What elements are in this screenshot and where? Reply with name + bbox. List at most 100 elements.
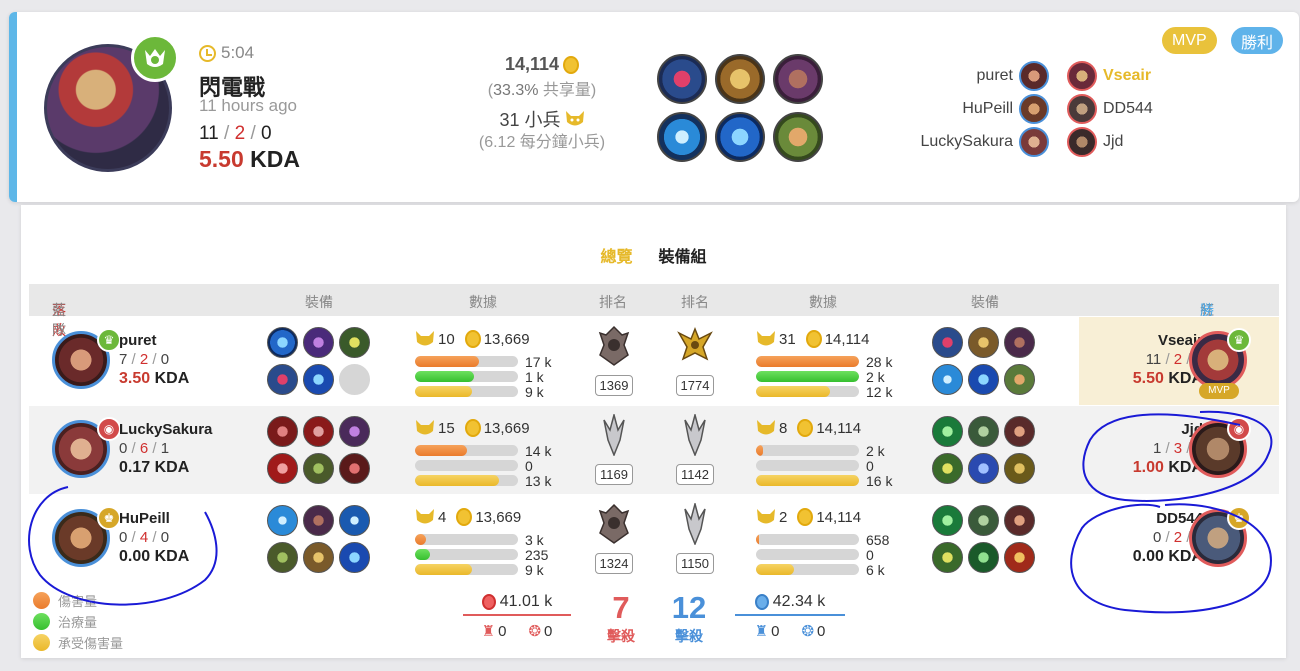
- item-icon[interactable]: [715, 112, 765, 162]
- time-ago: 11 hours ago: [199, 96, 297, 115]
- item-icon[interactable]: [303, 416, 334, 447]
- item-icon[interactable]: [657, 112, 707, 162]
- healing-value: 235: [525, 546, 549, 563]
- item-icon[interactable]: [339, 453, 370, 484]
- item-icon[interactable]: [339, 542, 370, 573]
- item-icon[interactable]: [1004, 453, 1035, 484]
- item-icon[interactable]: [1004, 542, 1035, 573]
- rank-value: 1150: [676, 553, 714, 574]
- item-icon[interactable]: [339, 416, 370, 447]
- item-icon[interactable]: [773, 54, 823, 104]
- item-icon[interactable]: [267, 364, 298, 395]
- avatar: [1067, 127, 1097, 157]
- red-participant[interactable]: DD544: [1067, 93, 1153, 125]
- kda-value: 0.00: [119, 548, 151, 565]
- item-icon[interactable]: [267, 327, 298, 358]
- blue-participant[interactable]: puret: [869, 60, 1049, 92]
- blue-rank: 1369: [592, 325, 636, 396]
- item-icon[interactable]: [1004, 364, 1035, 395]
- item-icon[interactable]: [339, 327, 370, 358]
- avatar: [1019, 61, 1049, 91]
- phoenix-count: 0: [817, 622, 826, 640]
- tower-icon: ♜: [481, 623, 496, 640]
- item-icon[interactable]: [968, 327, 999, 358]
- blue-team-kills: 7 擊殺: [599, 590, 643, 646]
- assists: 1: [160, 440, 170, 457]
- deaths: 2: [1173, 351, 1183, 368]
- item-icon[interactable]: [968, 364, 999, 395]
- red-player-stats: 31 14,114 28 k 2 k 12 k: [756, 330, 906, 400]
- kda-label: KDA: [154, 548, 190, 565]
- red-participant[interactable]: Jjd: [1067, 126, 1123, 158]
- minion-icon: [415, 330, 435, 348]
- damage-bar: [415, 445, 518, 456]
- green-dot-icon: [33, 613, 50, 630]
- item-icon[interactable]: [303, 364, 334, 395]
- blue-participant[interactable]: HuPeill: [869, 93, 1049, 125]
- avatar: [1067, 61, 1097, 91]
- player-name[interactable]: Vseair: [1091, 331, 1203, 350]
- player-name[interactable]: DD544: [1091, 509, 1203, 528]
- item-icon[interactable]: [968, 453, 999, 484]
- item-icon[interactable]: [932, 327, 963, 358]
- red-player-stats: 2 14,114 658 0 6 k: [756, 508, 906, 578]
- red-participant[interactable]: Vseair: [1067, 60, 1151, 92]
- scoreboard-row: ♚ HuPeill 0 / 4 / 0 0.00 KDA 4 13,669 3 k…: [29, 495, 1279, 583]
- item-icon[interactable]: [932, 416, 963, 447]
- item-icon[interactable]: [773, 112, 823, 162]
- match-detail-panel: 總覽 裝備組 落敗 藍隊 裝備 數據 排名 排名 數據 裝備 紅隊 勝利 ♛ p…: [21, 205, 1286, 658]
- result-badge: 勝利: [1231, 27, 1284, 54]
- damage-taken-value: 16 k: [866, 472, 893, 489]
- red-team-kills: 12 擊殺: [667, 590, 711, 646]
- item-icon[interactable]: [267, 416, 298, 447]
- role-badge-icon: ◉: [97, 417, 121, 441]
- item-icon[interactable]: [1004, 327, 1035, 358]
- item-icon[interactable]: [303, 327, 334, 358]
- deaths: 4: [139, 529, 149, 546]
- item-icon[interactable]: [968, 542, 999, 573]
- player-name[interactable]: HuPeill: [119, 509, 189, 528]
- item-icon[interactable]: [267, 542, 298, 573]
- item-icon[interactable]: [932, 542, 963, 573]
- phoenix-icon: ❂: [801, 623, 815, 640]
- item-icon[interactable]: [932, 364, 963, 395]
- player-name[interactable]: Jjd: [1091, 420, 1203, 439]
- item-icon[interactable]: [968, 505, 999, 536]
- item-build: [932, 416, 1035, 484]
- win-accent-strip: [9, 12, 17, 202]
- item-icon[interactable]: [303, 453, 334, 484]
- deaths: 2: [139, 351, 149, 368]
- item-icon[interactable]: [267, 453, 298, 484]
- tower-count: 0: [498, 622, 507, 640]
- blue-participant[interactable]: LuckySakura: [869, 126, 1049, 158]
- item-icon[interactable]: [303, 542, 334, 573]
- deaths: 2: [1173, 529, 1183, 546]
- role-badge-icon: [131, 34, 179, 82]
- item-icon[interactable]: [968, 416, 999, 447]
- item-icon[interactable]: [715, 54, 765, 104]
- player-name[interactable]: puret: [119, 331, 189, 350]
- item-icon[interactable]: [932, 505, 963, 536]
- healing-value: 1 k: [525, 368, 544, 385]
- item-icon[interactable]: [932, 453, 963, 484]
- tab-builds[interactable]: 裝備組: [659, 243, 707, 267]
- item-icon[interactable]: [657, 54, 707, 104]
- gold-coin-icon: [481, 594, 496, 610]
- item-build: [932, 505, 1035, 573]
- item-icon[interactable]: [303, 505, 334, 536]
- legend-label: 治療量: [58, 615, 98, 630]
- item-icon[interactable]: [339, 505, 370, 536]
- gold: 13,669: [475, 508, 522, 526]
- item-icon[interactable]: [267, 505, 298, 536]
- item-icon[interactable]: [1004, 416, 1035, 447]
- red-player-stats: 8 14,114 2 k 0 16 k: [756, 419, 906, 489]
- participant-name: LuckySakura: [920, 133, 1014, 150]
- role-badge-icon: ♚: [97, 506, 121, 530]
- player-name[interactable]: LuckySakura: [119, 420, 212, 439]
- participant-name: Jjd: [1103, 133, 1124, 150]
- minion-icon: [756, 330, 776, 348]
- tab-overview[interactable]: 總覽: [600, 243, 632, 267]
- col-items-red: 裝備: [971, 294, 999, 310]
- mvp-tag: MVP: [1199, 383, 1239, 399]
- item-icon[interactable]: [1004, 505, 1035, 536]
